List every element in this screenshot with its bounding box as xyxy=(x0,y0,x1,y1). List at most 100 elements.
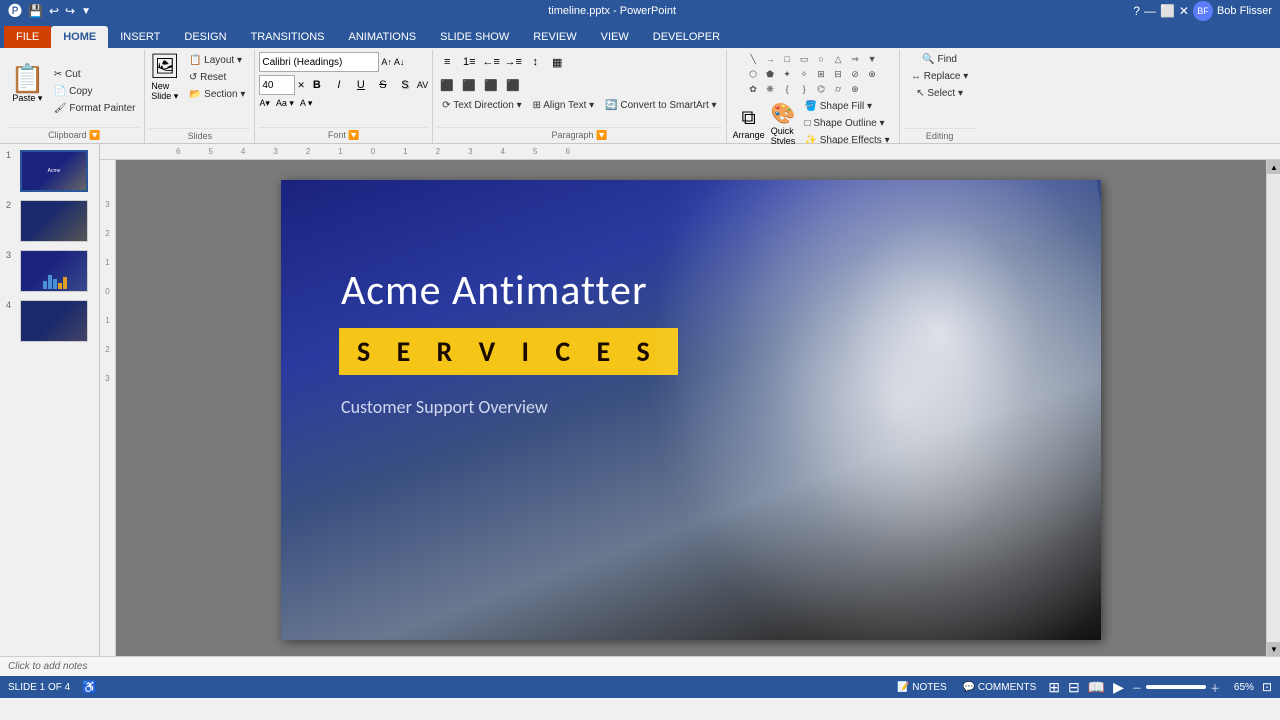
format-painter-button[interactable]: 🖌 Format Painter xyxy=(49,101,141,116)
vertical-scrollbar[interactable]: ▲ ▼ xyxy=(1266,160,1280,656)
accessibility-icon[interactable]: ♿ xyxy=(82,680,97,694)
copy-button[interactable]: 📄 Copy xyxy=(49,84,141,99)
shape-oval[interactable]: ○ xyxy=(813,52,829,66)
justify-button[interactable]: ⬛ xyxy=(503,75,523,95)
tab-animations[interactable]: ANIMATIONS xyxy=(337,26,429,48)
cut-button[interactable]: ✂ Cut xyxy=(49,67,141,82)
text-direction-button[interactable]: ⟳ Text Direction ▾ xyxy=(437,98,526,113)
font-color-button[interactable]: A▾ xyxy=(259,98,270,109)
tab-transitions[interactable]: TRANSITIONS xyxy=(239,26,337,48)
columns-button[interactable]: ▦ xyxy=(547,52,567,72)
shape-more[interactable]: ▼ xyxy=(864,52,880,66)
increase-indent-button[interactable]: →≡ xyxy=(503,52,523,72)
shape-fill-button[interactable]: 🪣 Shape Fill ▾ xyxy=(800,99,895,114)
shape-10[interactable]: ✿ xyxy=(745,82,761,96)
numbering-button[interactable]: 1≡ xyxy=(459,52,479,72)
quick-access-undo[interactable]: ↩ xyxy=(49,4,59,18)
shadow-button[interactable]: S xyxy=(395,75,415,95)
close-button[interactable]: ✕ xyxy=(1179,4,1189,18)
comments-button[interactable]: 💬 COMMENTS xyxy=(959,682,1041,693)
shape-3[interactable]: ⬟ xyxy=(762,67,778,81)
slide-thumb-4[interactable]: 4 xyxy=(4,298,95,344)
tab-insert[interactable]: INSERT xyxy=(108,26,172,48)
bullets-button[interactable]: ≡ xyxy=(437,52,457,72)
shape-round-rect[interactable]: ▭ xyxy=(796,52,812,66)
shape-rect[interactable]: □ xyxy=(779,52,795,66)
tab-developer[interactable]: DEVELOPER xyxy=(641,26,732,48)
shape-16[interactable]: ⊕ xyxy=(847,82,863,96)
decrease-font-size-button[interactable]: A↓ xyxy=(394,57,405,67)
shape-2[interactable]: ⬡ xyxy=(745,67,761,81)
notes-button[interactable]: 📝 NOTES xyxy=(893,682,951,693)
tab-home[interactable]: HOME xyxy=(51,26,108,48)
align-center-button[interactable]: ⬛ xyxy=(459,75,479,95)
slide-canvas[interactable]: Acme Antimatter S E R V I C E S Customer… xyxy=(281,180,1101,640)
new-slide-button[interactable]: 🖼 NewSlide ▾ xyxy=(149,52,179,102)
clear-formatting-button[interactable]: ✕ xyxy=(297,80,305,91)
quick-access-save[interactable]: 💾 xyxy=(28,4,43,18)
slide-thumb-1[interactable]: 1 Acme xyxy=(4,148,95,194)
restore-button[interactable]: ⬜ xyxy=(1160,4,1175,18)
font-name-input[interactable] xyxy=(259,52,379,72)
decrease-indent-button[interactable]: ←≡ xyxy=(481,52,501,72)
layout-button[interactable]: 📋 Layout ▾ xyxy=(184,53,250,68)
fit-slide-button[interactable]: ⊡ xyxy=(1262,680,1272,694)
shape-12[interactable]: { xyxy=(779,82,795,96)
strikethrough-button[interactable]: S xyxy=(373,75,393,95)
tab-review[interactable]: REVIEW xyxy=(521,26,588,48)
font-size-change[interactable]: Aa ▾ xyxy=(276,98,294,109)
shape-right-arrow[interactable]: ⇒ xyxy=(847,52,863,66)
quick-styles-button[interactable]: 🎨 QuickStyles xyxy=(769,99,798,148)
shape-arrow[interactable]: → xyxy=(762,52,778,66)
align-left-button[interactable]: ⬛ xyxy=(437,75,457,95)
quick-access-redo[interactable]: ↪ xyxy=(65,4,75,18)
shape-4[interactable]: ✦ xyxy=(779,67,795,81)
arrange-button[interactable]: ⧉ Arrange xyxy=(731,105,767,142)
tab-slideshow[interactable]: SLIDE SHOW xyxy=(428,26,521,48)
change-case-button[interactable]: A ▾ xyxy=(300,98,313,109)
shape-11[interactable]: ❋ xyxy=(762,82,778,96)
shape-outline-button[interactable]: □ Shape Outline ▾ xyxy=(800,116,895,131)
normal-view-button[interactable]: ⊞ xyxy=(1048,679,1060,696)
shape-6[interactable]: ⊞ xyxy=(813,67,829,81)
align-text-button[interactable]: ⊞ Align Text ▾ xyxy=(528,98,600,113)
font-size-input[interactable] xyxy=(259,75,295,95)
section-button[interactable]: 📂 Section ▾ xyxy=(184,87,250,102)
shape-7[interactable]: ⊟ xyxy=(830,67,846,81)
character-spacing-button[interactable]: AV xyxy=(417,80,428,90)
line-spacing-button[interactable]: ↕ xyxy=(525,52,545,72)
shape-13[interactable]: } xyxy=(796,82,812,96)
shape-15[interactable]: ⌭ xyxy=(830,82,846,96)
convert-smartart-button[interactable]: 🔄 Convert to SmartArt ▾ xyxy=(600,98,721,113)
shape-line[interactable]: ╲ xyxy=(745,52,761,66)
increase-font-size-button[interactable]: A↑ xyxy=(381,57,392,67)
zoom-in-button[interactable]: ＋ xyxy=(1210,680,1220,695)
tab-view[interactable]: VIEW xyxy=(589,26,641,48)
zoom-percent[interactable]: 65% xyxy=(1224,682,1254,693)
shape-5[interactable]: ✧ xyxy=(796,67,812,81)
replace-button[interactable]: ↔ Replace ▾ xyxy=(906,69,973,84)
underline-button[interactable]: U xyxy=(351,75,371,95)
italic-button[interactable]: I xyxy=(329,75,349,95)
align-right-button[interactable]: ⬛ xyxy=(481,75,501,95)
shape-14[interactable]: ⌬ xyxy=(813,82,829,96)
help-button[interactable]: ? xyxy=(1133,4,1140,18)
reset-button[interactable]: ↺ Reset xyxy=(184,70,250,85)
bold-button[interactable]: B xyxy=(307,75,327,95)
paste-button[interactable]: 📋 Paste ▾ xyxy=(8,63,47,106)
select-button[interactable]: ↖ Select ▾ xyxy=(911,86,968,101)
zoom-slider[interactable] xyxy=(1146,685,1206,689)
slideshow-button[interactable]: ▶ xyxy=(1113,679,1124,696)
shape-triangle[interactable]: △ xyxy=(830,52,846,66)
shape-8[interactable]: ⊘ xyxy=(847,67,863,81)
quick-access-customize[interactable]: ▼ xyxy=(81,6,91,17)
slide-sorter-button[interactable]: ⊟ xyxy=(1068,679,1080,696)
find-button[interactable]: 🔍 Find xyxy=(917,52,962,67)
slide-thumb-2[interactable]: 2 xyxy=(4,198,95,244)
zoom-out-button[interactable]: － xyxy=(1132,680,1142,695)
tab-file[interactable]: FILE xyxy=(4,26,51,48)
shape-9[interactable]: ⊗ xyxy=(864,67,880,81)
notes-bar[interactable]: Click to add notes xyxy=(0,656,1280,676)
minimize-button[interactable]: — xyxy=(1144,4,1156,18)
tab-design[interactable]: DESIGN xyxy=(172,26,238,48)
